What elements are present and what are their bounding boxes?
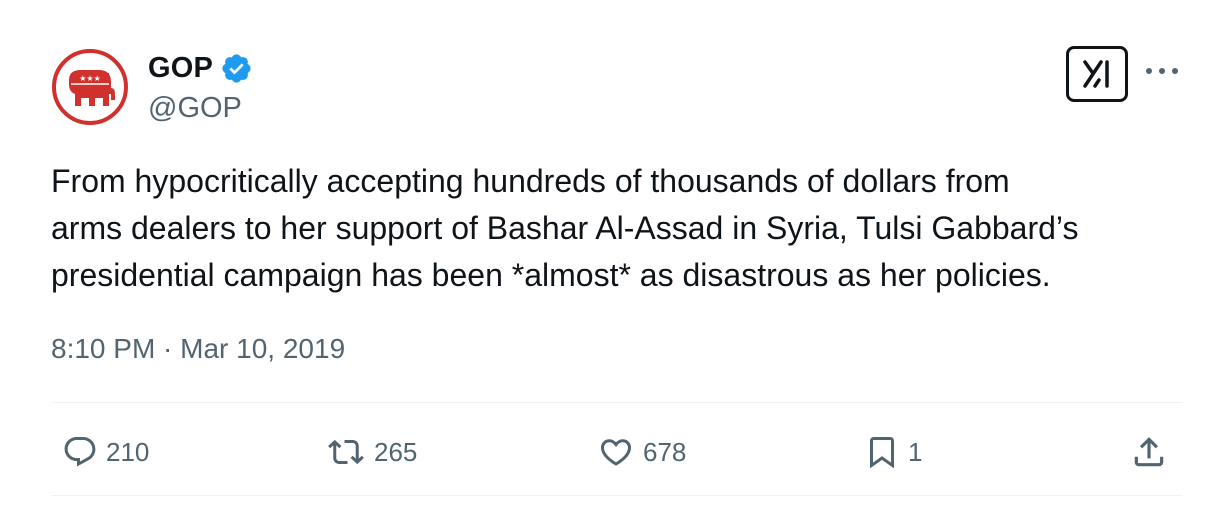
more-options-button[interactable] (1142, 56, 1182, 86)
display-name[interactable]: GOP (148, 52, 213, 85)
bookmark-count: 1 (908, 436, 923, 467)
tweet-text: From hypocritically accepting hundreds o… (51, 158, 1191, 299)
grok-icon (1083, 60, 1109, 88)
like-button[interactable]: 678 (597, 428, 686, 476)
verified-badge-icon[interactable] (220, 52, 253, 85)
bookmark-button[interactable]: 1 (864, 428, 922, 476)
divider (51, 495, 1182, 496)
author-handle[interactable]: @GOP (148, 92, 242, 125)
heart-icon (600, 439, 632, 466)
divider (51, 402, 1182, 403)
gop-elephant-logo: ★★★ (52, 49, 128, 125)
bookmark-icon (870, 437, 894, 469)
reply-button[interactable]: 210 (62, 428, 149, 476)
share-icon (1134, 437, 1164, 467)
tweet-text-line: arms dealers to her support of Bashar Al… (51, 210, 1079, 246)
reply-icon (64, 437, 96, 467)
repost-button[interactable]: 265 (326, 428, 417, 476)
tweet-text-line: presidential campaign has been *almost* … (51, 257, 1051, 293)
author-name-row: GOP (148, 52, 253, 85)
svg-text:★★★: ★★★ (79, 74, 101, 83)
like-count: 678 (643, 436, 687, 467)
avatar[interactable]: ★★★ (51, 48, 129, 126)
repost-icon (328, 439, 364, 465)
tweet-text-line: From hypocritically accepting hundreds o… (51, 163, 1010, 199)
tweet-timestamp[interactable]: 8:10 PM · Mar 10, 2019 (51, 333, 345, 365)
more-options-icon (1146, 68, 1178, 74)
grok-button[interactable] (1066, 46, 1128, 102)
reply-count: 210 (106, 436, 150, 467)
repost-count: 265 (374, 436, 418, 467)
share-button[interactable] (1130, 428, 1168, 476)
